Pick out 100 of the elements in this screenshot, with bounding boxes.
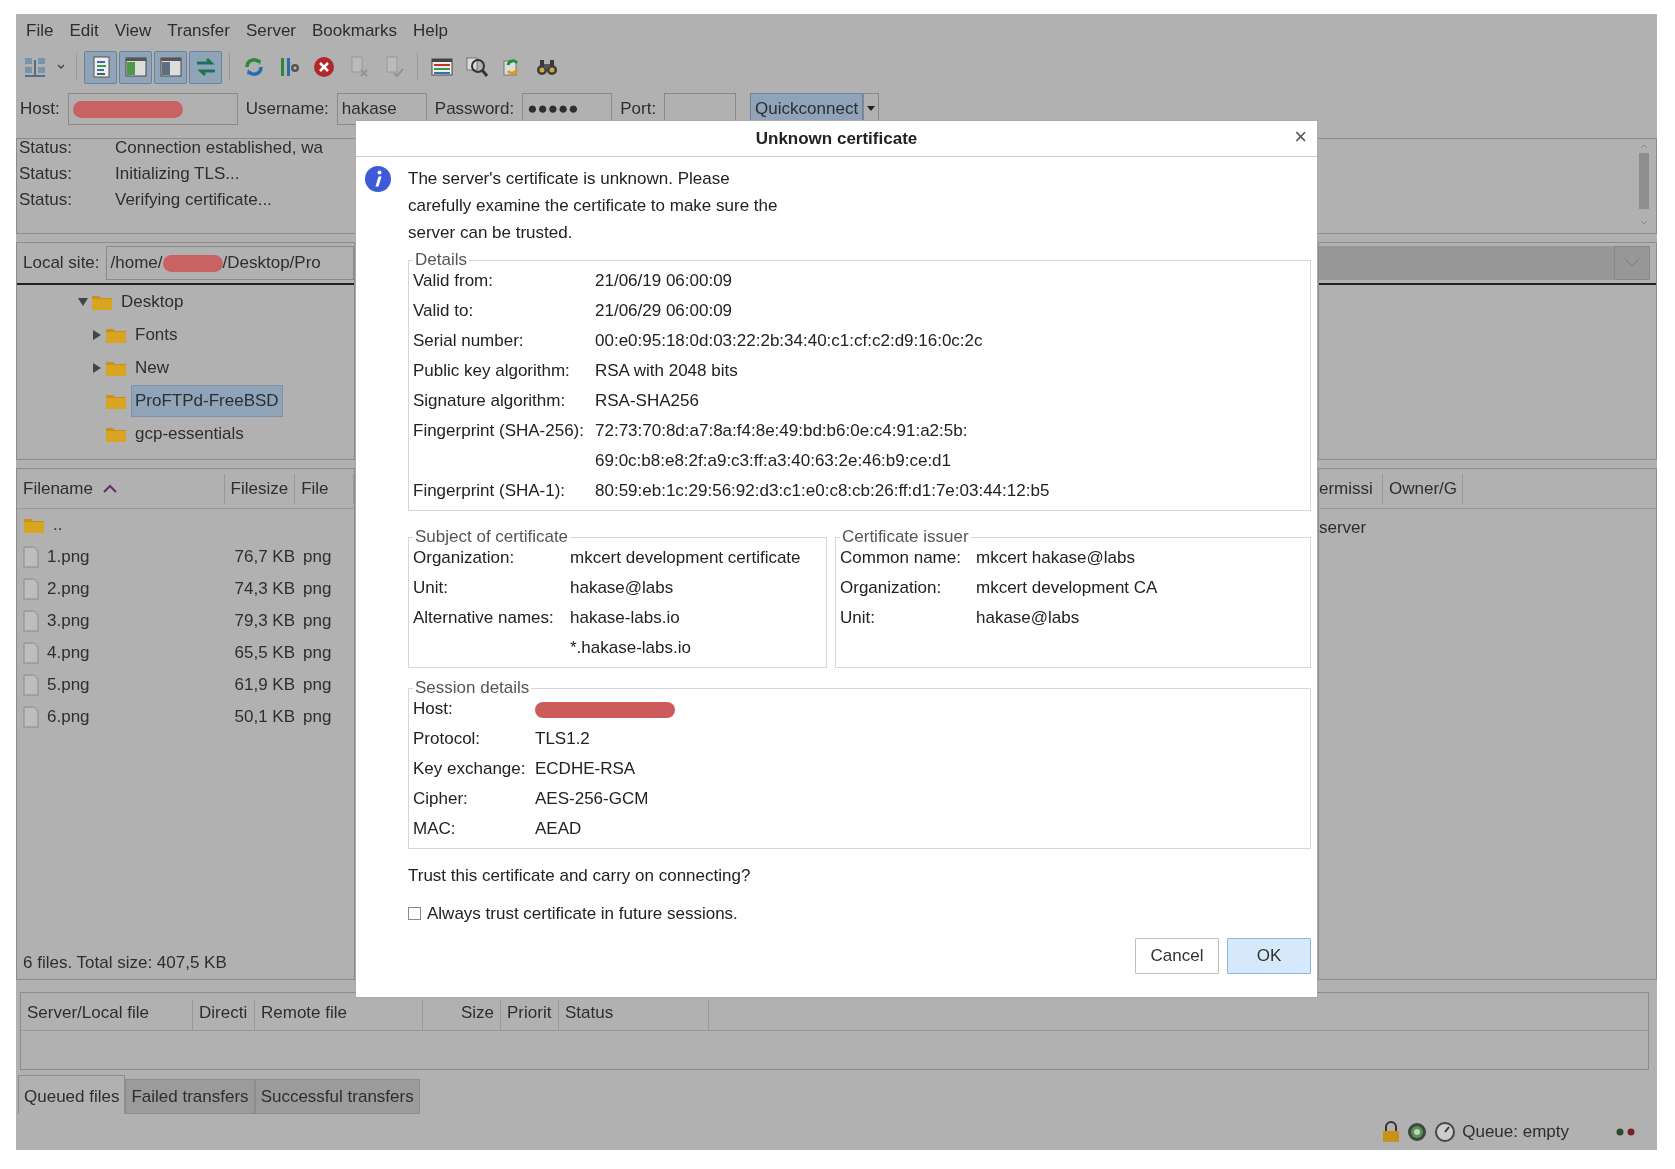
file-size: 65,5 KB xyxy=(233,642,295,665)
file-name[interactable]: .. xyxy=(53,512,63,538)
collapsed-arrow-icon[interactable] xyxy=(91,362,102,373)
menu-item[interactable]: Help xyxy=(405,18,456,44)
file-size: 50,1 KB xyxy=(233,706,295,729)
ok-button[interactable]: OK xyxy=(1227,938,1311,974)
menu-item[interactable]: View xyxy=(106,18,160,44)
section-title: Details xyxy=(414,250,468,270)
field-label: Unit: xyxy=(413,577,449,599)
file-type: png xyxy=(303,642,332,665)
close-button[interactable]: × xyxy=(1290,125,1311,149)
file-icon xyxy=(23,642,39,664)
field-label: Fingerprint (SHA-256): xyxy=(413,420,585,442)
field-label: Public key algorithm: xyxy=(413,360,571,382)
window-pane-icon xyxy=(158,55,183,79)
column-header[interactable]: Filename xyxy=(17,473,225,504)
file-type: png xyxy=(303,578,332,601)
menu-item[interactable]: Edit xyxy=(61,18,107,44)
file-icon xyxy=(23,578,39,600)
field-value: RSA with 2048 bits xyxy=(595,360,739,382)
column-header[interactable]: Status xyxy=(559,1000,709,1030)
field-label: Host: xyxy=(413,698,454,720)
file-type: png xyxy=(303,674,332,697)
field-label: Host: xyxy=(20,98,60,121)
field-label: Fingerprint (SHA-1): xyxy=(413,480,567,502)
file-summary: 6 files. Total size: 407,5 KB xyxy=(23,951,227,974)
field-value: 69:0c:b8:e8:2f:a9:c3:ff:a3:40:63:2e:46:b9:ce:d1 xyxy=(595,450,953,472)
field-value: 80:59:eb:1c:29:56:92:d3:c1:e0:c8:cb:26:ff:d1:7e:03:44:12:b5 xyxy=(595,480,1051,502)
menu-item[interactable]: Server xyxy=(237,18,304,44)
field-value: AES-256-GCM xyxy=(535,788,650,810)
cancel-button[interactable]: Cancel xyxy=(1135,938,1219,974)
field-value: 00:e0:95:18:0d:03:22:2b:34:40:c1:cf:c2:d9:16:0c:2c xyxy=(595,330,984,352)
path-text: /home/ xyxy=(110,252,163,275)
field-label: Organization: xyxy=(413,547,516,569)
tree-item[interactable]: Desktop xyxy=(118,286,187,317)
section-title: Subject of certificate xyxy=(414,527,570,547)
field-value: 21/06/19 06:00:09 xyxy=(595,270,734,292)
field-value: *.hakase-labs.io xyxy=(570,637,692,659)
field-label: Alternative names: xyxy=(413,607,555,629)
column-header[interactable]: Filesize xyxy=(224,473,296,504)
column-header[interactable]: Size xyxy=(423,1000,501,1030)
menu-item[interactable]: File xyxy=(18,18,62,44)
host-field[interactable] xyxy=(67,93,238,125)
tab[interactable]: Queued files xyxy=(18,1074,126,1114)
toolbar-button[interactable] xyxy=(119,50,152,84)
path-field[interactable] xyxy=(1319,246,1650,280)
field-value: ECDHE-RSA xyxy=(535,758,637,780)
field-value: 21/06/29 06:00:09 xyxy=(595,300,734,322)
field-label: MAC: xyxy=(413,818,457,840)
toolbar-button[interactable] xyxy=(154,50,187,84)
tree-item[interactable]: gcp-essentials xyxy=(132,418,247,449)
tab[interactable]: Successful transfers xyxy=(254,1078,420,1114)
search-icon xyxy=(464,55,489,79)
tree-item[interactable]: ProFTPd-FreeBSD xyxy=(132,385,282,416)
toolbar-button[interactable] xyxy=(84,50,117,84)
column-header[interactable]: Owner/G xyxy=(1383,473,1463,504)
empty-message: server xyxy=(1319,517,1367,539)
tab[interactable]: Failed transfers xyxy=(125,1078,255,1114)
file-icon xyxy=(23,546,39,568)
file-name[interactable]: 2.png xyxy=(47,576,227,602)
file-size: 76,7 KB xyxy=(233,546,295,569)
field-value: mkcert hakase@labs xyxy=(976,547,1136,569)
cancel-icon xyxy=(311,55,336,79)
column-header[interactable]: Directi xyxy=(193,1000,255,1030)
column-header[interactable]: Priorit xyxy=(501,1000,559,1030)
file-name[interactable]: 6.png xyxy=(47,704,227,730)
column-header[interactable]: Server/Local file xyxy=(21,1000,193,1030)
file-name[interactable]: 5.png xyxy=(47,672,227,698)
file-name[interactable]: 4.png xyxy=(47,640,227,666)
menu-item[interactable]: Bookmarks xyxy=(304,18,406,44)
file-type: png xyxy=(303,706,332,729)
tree-item[interactable]: New xyxy=(132,352,172,383)
path-field[interactable]: /home/ /Desktop/Pro xyxy=(105,246,354,280)
expanded-arrow-icon[interactable] xyxy=(77,296,88,307)
collapsed-arrow-icon[interactable] xyxy=(91,329,102,340)
column-header[interactable]: ermissi xyxy=(1319,473,1383,504)
dialog-title: Unknown certificate xyxy=(755,127,918,150)
info-icon xyxy=(364,165,392,193)
field-value: hakase@labs xyxy=(976,607,1081,629)
activity-leds-icon xyxy=(1615,1127,1637,1137)
column-header[interactable]: File xyxy=(295,473,354,504)
field-value: hakase@labs xyxy=(570,577,675,599)
field-value: hakase-labs.io xyxy=(570,607,681,629)
column-header[interactable]: Remote file xyxy=(255,1000,423,1030)
tree-item[interactable]: Fonts xyxy=(132,319,181,350)
message-text: The server's certificate is unknown. Please carefully examine the certificate to make sure the server can be trusted. xyxy=(408,168,779,244)
file-type: png xyxy=(303,546,332,569)
file-icon xyxy=(23,674,39,696)
field-label: Serial number: xyxy=(413,330,525,352)
file-name[interactable]: 3.png xyxy=(47,608,227,634)
caret-icon xyxy=(867,106,876,112)
file-icon xyxy=(23,706,39,728)
checkbox[interactable] xyxy=(408,906,421,920)
menu-item[interactable]: Transfer xyxy=(159,18,238,44)
section-title: Session details xyxy=(414,678,531,698)
field-value: mkcert development CA xyxy=(976,577,1159,599)
servers-icon xyxy=(22,55,47,79)
log-label: Status: xyxy=(18,163,73,185)
file-name[interactable]: 1.png xyxy=(47,544,227,570)
question-text: Trust this certificate and carry on connecting? xyxy=(408,865,752,887)
